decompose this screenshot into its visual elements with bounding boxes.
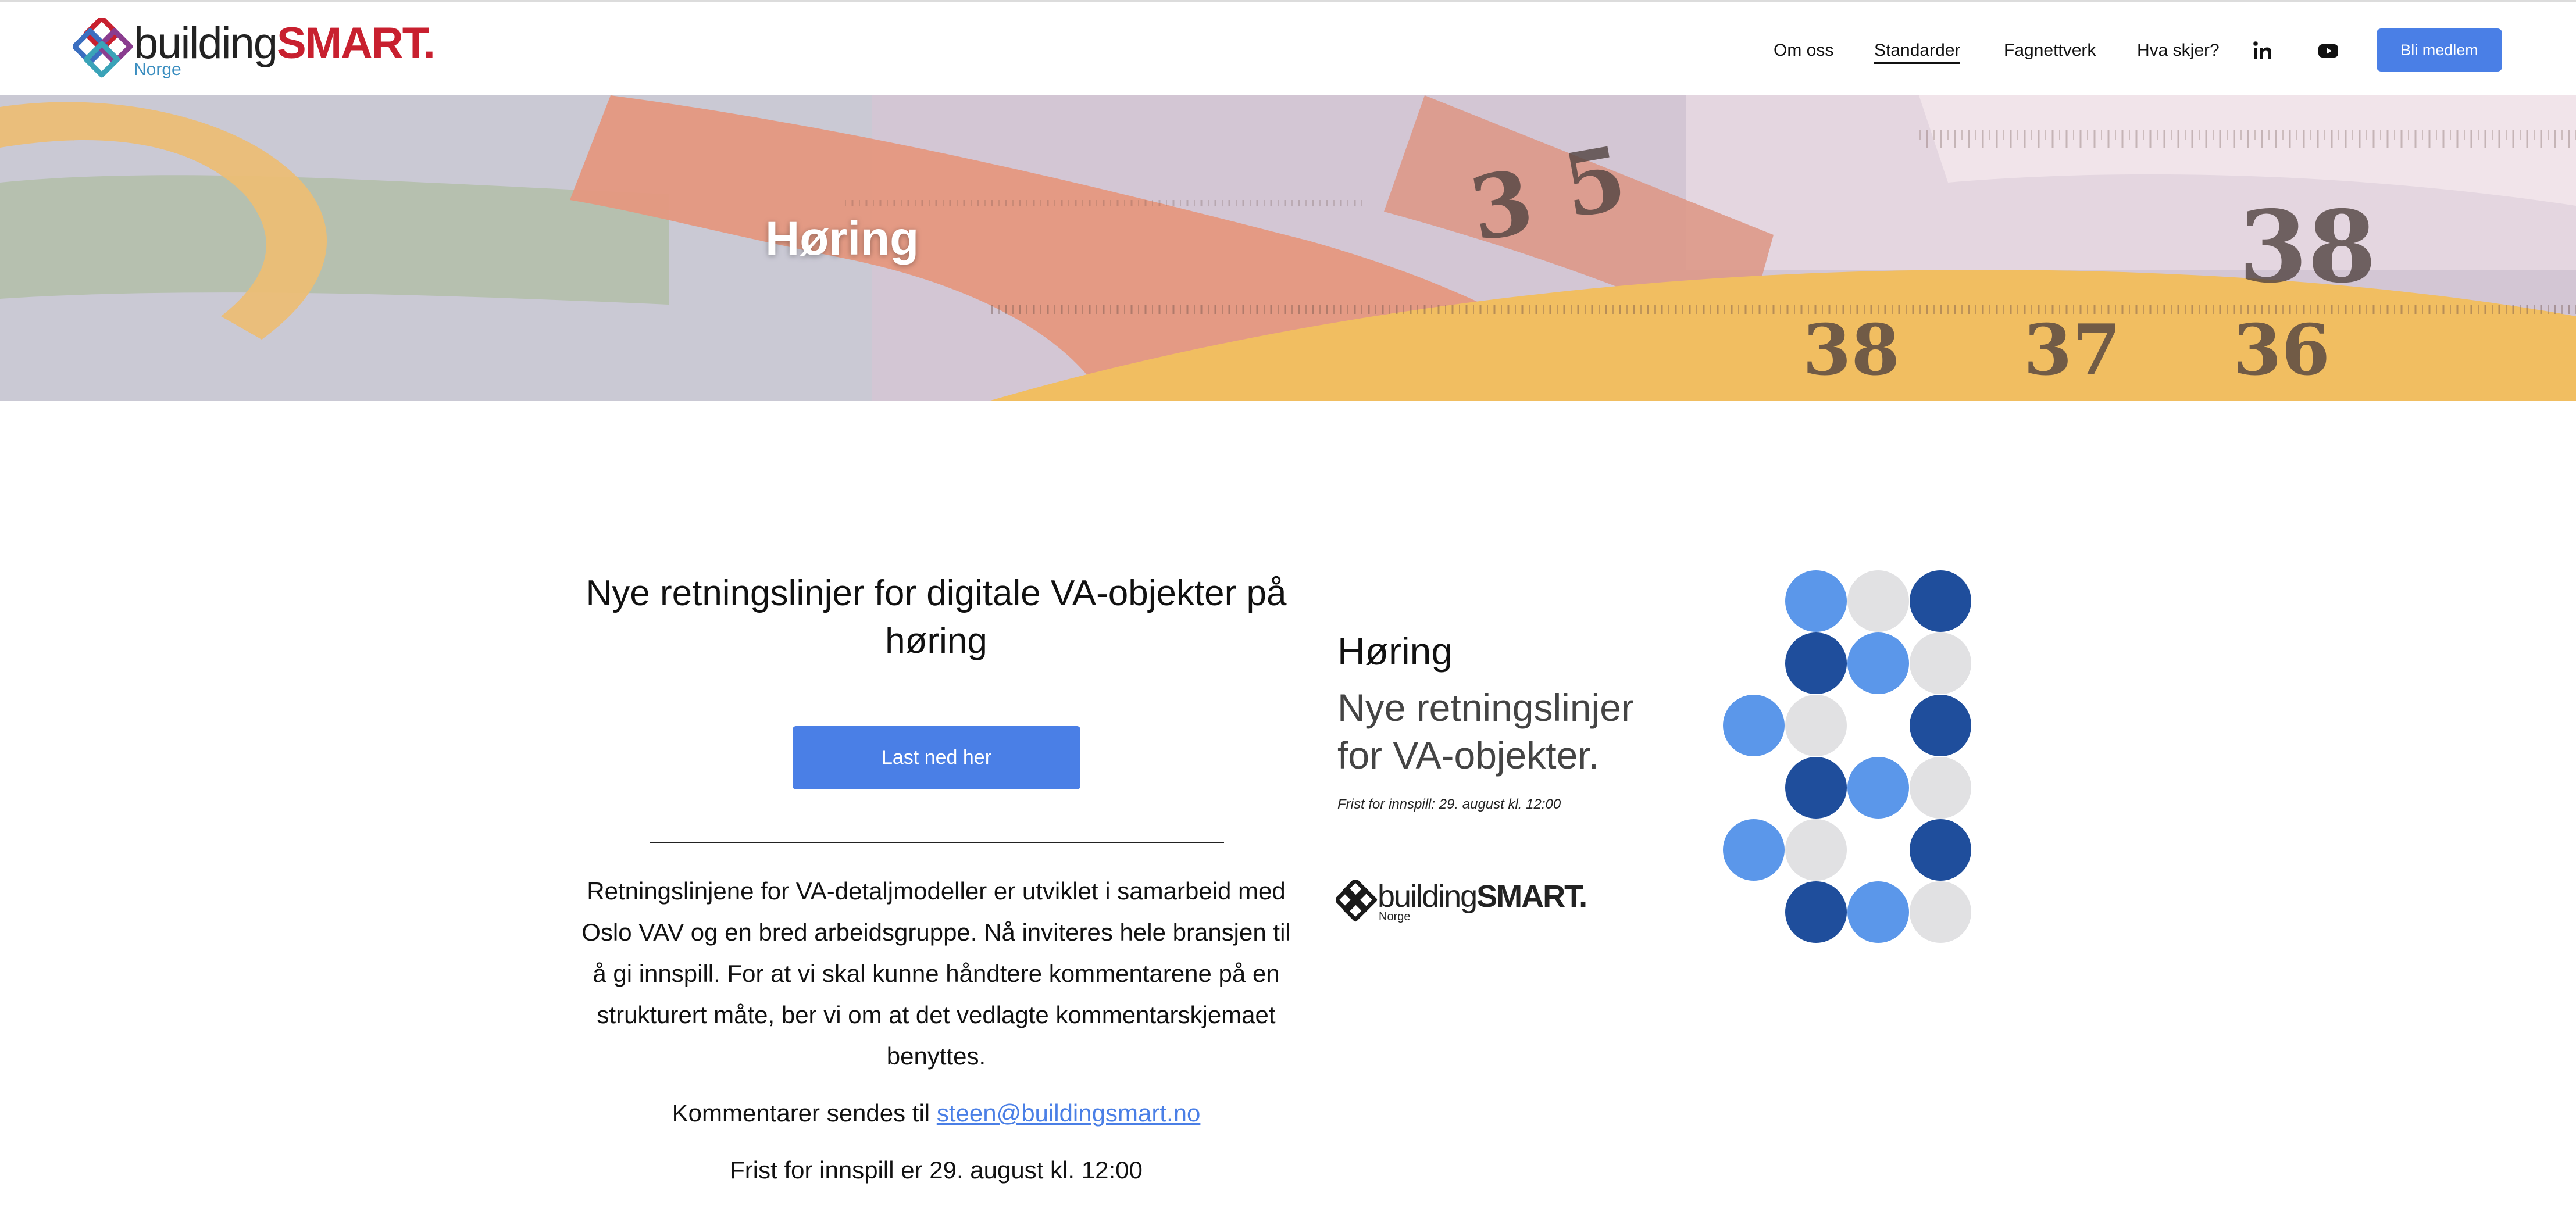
youtube-icon[interactable] xyxy=(2317,39,2340,62)
nav-fagnettverk-label: Fagnettverk xyxy=(2004,41,2096,60)
dot xyxy=(1785,819,1847,881)
promo-logo: buildingSMART. Norge xyxy=(1336,878,1587,924)
nav-standarder[interactable]: Standarder xyxy=(1874,28,1961,73)
download-button[interactable]: Last ned her xyxy=(793,726,1080,789)
dot xyxy=(1785,881,1847,943)
dot xyxy=(1723,819,1785,881)
nav-fagnettverk[interactable]: Fagnettverk xyxy=(2004,28,2096,73)
contact-line: Kommentarer sendes til steen@buildingsma… xyxy=(581,1092,1291,1134)
dot xyxy=(1847,570,1909,632)
nav-hva-skjer-label: Hva skjer? xyxy=(2137,41,2220,60)
measuring-tape-background: 3 5 38 38 37 36 xyxy=(0,95,2576,401)
main-nav: Om oss Standarder Fagnettverk Hva skjer? xyxy=(0,28,2576,73)
dot xyxy=(1910,570,1971,632)
dot xyxy=(1785,695,1847,756)
dot xyxy=(1910,819,1971,881)
promo-heading: Høring xyxy=(1337,630,1453,673)
contact-prefix: Kommentarer sendes til xyxy=(672,1099,930,1127)
dot xyxy=(1910,881,1971,943)
dot xyxy=(1785,632,1847,694)
dot xyxy=(1910,632,1971,694)
article-column: Nye retningslinjer for digitale VA-objek… xyxy=(581,570,1291,665)
dot xyxy=(1910,757,1971,819)
promo-logo-word-smart: SMART. xyxy=(1476,879,1587,914)
dot xyxy=(1910,695,1971,756)
dot xyxy=(1785,570,1847,632)
promo-subtitle: Nye retningslinjer for VA-objekter. xyxy=(1337,686,1634,777)
promo-deadline: Frist for innspill: 29. august kl. 12:00 xyxy=(1337,796,1561,812)
linkedin-icon[interactable] xyxy=(2251,39,2274,62)
hero-banner: 3 5 38 38 37 36 Høring xyxy=(0,95,2576,401)
dot xyxy=(1847,881,1909,943)
nav-om-oss-label: Om oss xyxy=(1774,41,1834,60)
nav-standarder-label: Standarder xyxy=(1874,41,1961,64)
promo-logo-word-building: building xyxy=(1378,879,1478,914)
dot xyxy=(1847,632,1909,694)
promo-logo-mark-icon xyxy=(1336,880,1378,922)
content-divider xyxy=(650,842,1224,843)
promo-logo-subtitle: Norge xyxy=(1379,910,1411,923)
article-paragraph: Retningslinjene for VA-detaljmodeller er… xyxy=(581,877,1291,1070)
deadline-text: Frist for innspill er 29. august kl. 12:… xyxy=(730,1156,1143,1184)
join-button[interactable]: Bli medlem xyxy=(2377,28,2502,72)
dot xyxy=(1785,757,1847,819)
hero-title: Høring xyxy=(765,212,919,265)
site-header: buildingSMART. Norge Om oss Standarder F… xyxy=(0,0,2576,95)
nav-hva-skjer[interactable]: Hva skjer? xyxy=(2137,28,2220,73)
nav-om-oss[interactable]: Om oss xyxy=(1774,28,1833,73)
decorative-dot-grid xyxy=(1723,570,1971,943)
contact-email-link[interactable]: steen@buildingsmart.no xyxy=(937,1099,1201,1127)
article-title: Nye retningslinjer for digitale VA-objek… xyxy=(586,573,1287,661)
dot xyxy=(1847,757,1909,819)
promo-logo-wordmark: buildingSMART. xyxy=(1378,878,1587,915)
dot xyxy=(1723,695,1785,756)
